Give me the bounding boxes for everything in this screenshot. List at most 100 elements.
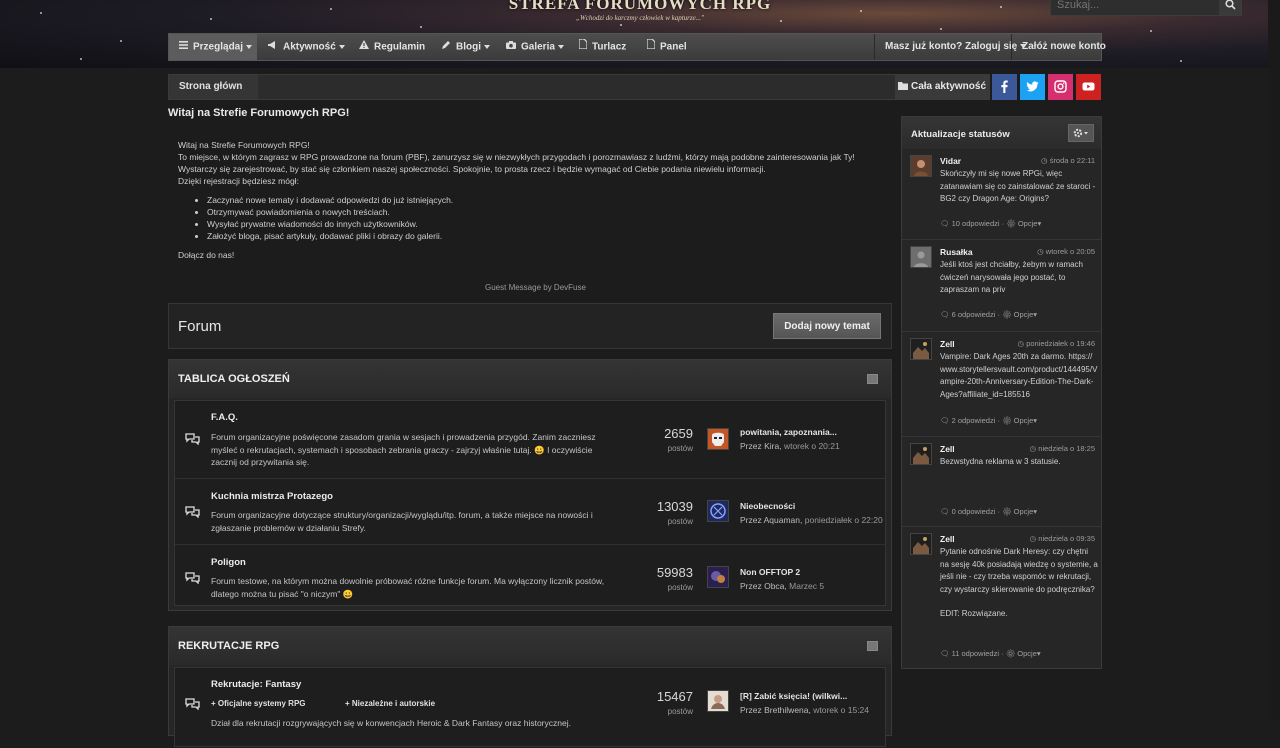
replies-link[interactable]: 🗨 6 odpowiedzi	[940, 310, 995, 319]
options-menu[interactable]: ⚙ Opcje▾	[1006, 219, 1041, 228]
forum-title[interactable]: F.A.Q.	[211, 412, 238, 423]
list-item: Założyć bloga, pisać artykuły, dodawać p…	[207, 230, 878, 242]
youtube-icon	[1082, 82, 1095, 91]
last-post-title[interactable]: [R] Zabić księcia! (wilkwi...	[740, 691, 847, 701]
nav-regulamin[interactable]: Regulamin	[359, 34, 425, 60]
welcome-line: Witaj na Strefie Forumowych RPG!	[178, 140, 310, 150]
avatar[interactable]	[707, 566, 729, 588]
status-author[interactable]: Rusałka	[940, 247, 973, 257]
brethilwena-avatar-icon	[708, 691, 728, 711]
options-menu[interactable]: ⚙ Opcje▾	[1002, 507, 1037, 516]
forum-title[interactable]: Kuchnia mistrza Protazego	[211, 491, 333, 502]
welcome-message: Witaj na Strefie Forumowych RPG! To miej…	[178, 139, 878, 261]
last-post-title[interactable]: Nieobecności	[740, 501, 795, 511]
avatar[interactable]	[707, 428, 729, 450]
collapse-toggle[interactable]	[867, 374, 878, 384]
forum-list: F.A.Q. Forum organizacyjne poświęcone za…	[174, 400, 886, 606]
gear-icon: ⚙	[1002, 310, 1014, 319]
search-icon	[1225, 0, 1236, 10]
chat-bubbles-icon	[185, 572, 200, 584]
welcome-title: Witaj na Strefie Forumowych RPG!	[168, 107, 350, 119]
clock-icon: ◷	[1037, 247, 1046, 256]
search-input[interactable]	[1051, 0, 1221, 15]
nav-galeria[interactable]: Galeria	[506, 34, 564, 60]
clock-icon: ◷	[1041, 156, 1050, 165]
widget-title: Aktualizacje statusów	[911, 129, 1010, 140]
welcome-benefits-list: Zaczynać nowe tematy i dodawać odpowiedz…	[178, 194, 878, 242]
category-title[interactable]: TABLICA OGŁOSZEŃ	[178, 373, 290, 385]
status-author[interactable]: Zell	[940, 339, 955, 349]
last-post-title[interactable]: powitania, zapoznania...	[740, 427, 837, 437]
post-count: 15467 postów	[656, 689, 693, 716]
status-author[interactable]: Zell	[940, 534, 955, 544]
document-icon	[646, 34, 656, 60]
facebook-button[interactable]	[992, 74, 1017, 100]
avatar[interactable]	[910, 338, 932, 360]
guest-message-credit[interactable]: Guest Message by DevFuse	[485, 283, 586, 292]
plus-icon: +	[345, 699, 352, 708]
zell-avatar-icon	[911, 339, 931, 359]
nav-panel[interactable]: Panel	[646, 34, 687, 60]
main-navbar: Przeglądaj Aktywność Regulamin Blogi Gal…	[168, 33, 1106, 61]
twitter-button[interactable]	[1020, 74, 1045, 100]
widget-settings-button[interactable]	[1068, 124, 1094, 142]
forum-description: Forum testowe, na którym można dowolnie …	[211, 576, 605, 599]
subforum-link[interactable]: + Niezależne i autorskie	[345, 699, 435, 708]
replies-link[interactable]: 🗨 11 odpowiedzi	[940, 649, 999, 658]
forum-header: Forum Dodaj nowy temat	[168, 303, 892, 349]
forum-description: Dział dla rekrutacji rozgrywających się …	[211, 718, 571, 728]
avatar[interactable]	[910, 533, 932, 555]
clock-icon: ◷	[1029, 444, 1039, 453]
last-post-title[interactable]: Non OFFTOP 2	[740, 567, 800, 577]
search-box	[1050, 0, 1242, 16]
avatar[interactable]	[707, 500, 729, 522]
avatar[interactable]	[910, 155, 932, 177]
avatar[interactable]	[910, 246, 932, 268]
collapse-toggle[interactable]	[867, 641, 878, 651]
category-header: TABLICA OGŁOSZEŃ	[169, 360, 891, 398]
nav-blogi[interactable]: Blogi	[442, 34, 490, 60]
avatar[interactable]	[910, 443, 932, 465]
gear-icon: ⚙	[1006, 219, 1018, 228]
subforum-link[interactable]: + Oficjalne systemy RPG	[211, 699, 306, 708]
chat-bubbles-icon	[185, 506, 200, 518]
instagram-button[interactable]	[1048, 74, 1073, 100]
gear-icon	[1073, 128, 1088, 138]
forum-row-poligon: Poligon Forum testowe, na którym można d…	[175, 545, 885, 607]
comment-icon: 🗨	[940, 649, 952, 658]
options-menu[interactable]: ⚙ Opcje▾	[1002, 310, 1037, 319]
widget-header: Aktualizacje statusów	[902, 117, 1101, 149]
forum-description: Forum organizacyjne dotyczące struktury/…	[211, 510, 593, 533]
last-post-meta: Przez Obca, Marzec 5	[740, 581, 825, 591]
status-updates-widget: Aktualizacje statusów Vidar ◷ środa o 22…	[901, 116, 1102, 669]
status-text: Bezwstydna reklama w 3 statusie.	[940, 457, 1061, 466]
clock-icon: ◷	[1017, 339, 1027, 348]
page-scrollbar[interactable]	[1268, 0, 1280, 720]
login-link[interactable]: Masz już konto? Zaloguj się	[885, 34, 1027, 60]
status-author[interactable]: Zell	[940, 444, 955, 454]
register-link[interactable]: Załóż nowe konto	[1022, 34, 1106, 60]
nav-turlacz[interactable]: Turlacz	[578, 34, 626, 60]
nav-przegladaj[interactable]: Przeglądaj	[169, 34, 257, 60]
youtube-button[interactable]	[1076, 74, 1101, 100]
forum-description: Forum organizacyjne poświęcone zasadom g…	[211, 432, 596, 467]
instagram-icon	[1054, 80, 1067, 93]
replies-link[interactable]: 🗨 0 odpowiedzi	[940, 507, 995, 516]
options-menu[interactable]: ⚙ Opcje▾	[1002, 416, 1037, 425]
replies-link[interactable]: 🗨 2 odpowiedzi	[940, 416, 995, 425]
status-text: Vampire: Dark Ages 20th za darmo. https:…	[940, 352, 1098, 399]
pencil-icon	[442, 34, 451, 60]
status-author[interactable]: Vidar	[940, 156, 961, 166]
nav-aktywnosc[interactable]: Aktywność	[268, 34, 345, 60]
new-topic-button[interactable]: Dodaj nowy temat	[773, 313, 881, 339]
post-count: 13039 postów	[656, 499, 693, 526]
replies-link[interactable]: 🗨 10 odpowiedzi	[940, 219, 1000, 228]
forum-title[interactable]: Poligon	[211, 557, 246, 568]
post-count: 2659 postów	[664, 426, 693, 453]
options-menu[interactable]: ⚙ Opcje▾	[1006, 649, 1041, 658]
forum-title[interactable]: Rekrutacje: Fantasy	[211, 679, 301, 690]
search-button[interactable]	[1219, 0, 1241, 15]
all-activity-button[interactable]: Cała aktywność	[895, 75, 989, 99]
avatar[interactable]	[707, 690, 729, 712]
category-title[interactable]: REKRUTACJE RPG	[178, 640, 279, 652]
